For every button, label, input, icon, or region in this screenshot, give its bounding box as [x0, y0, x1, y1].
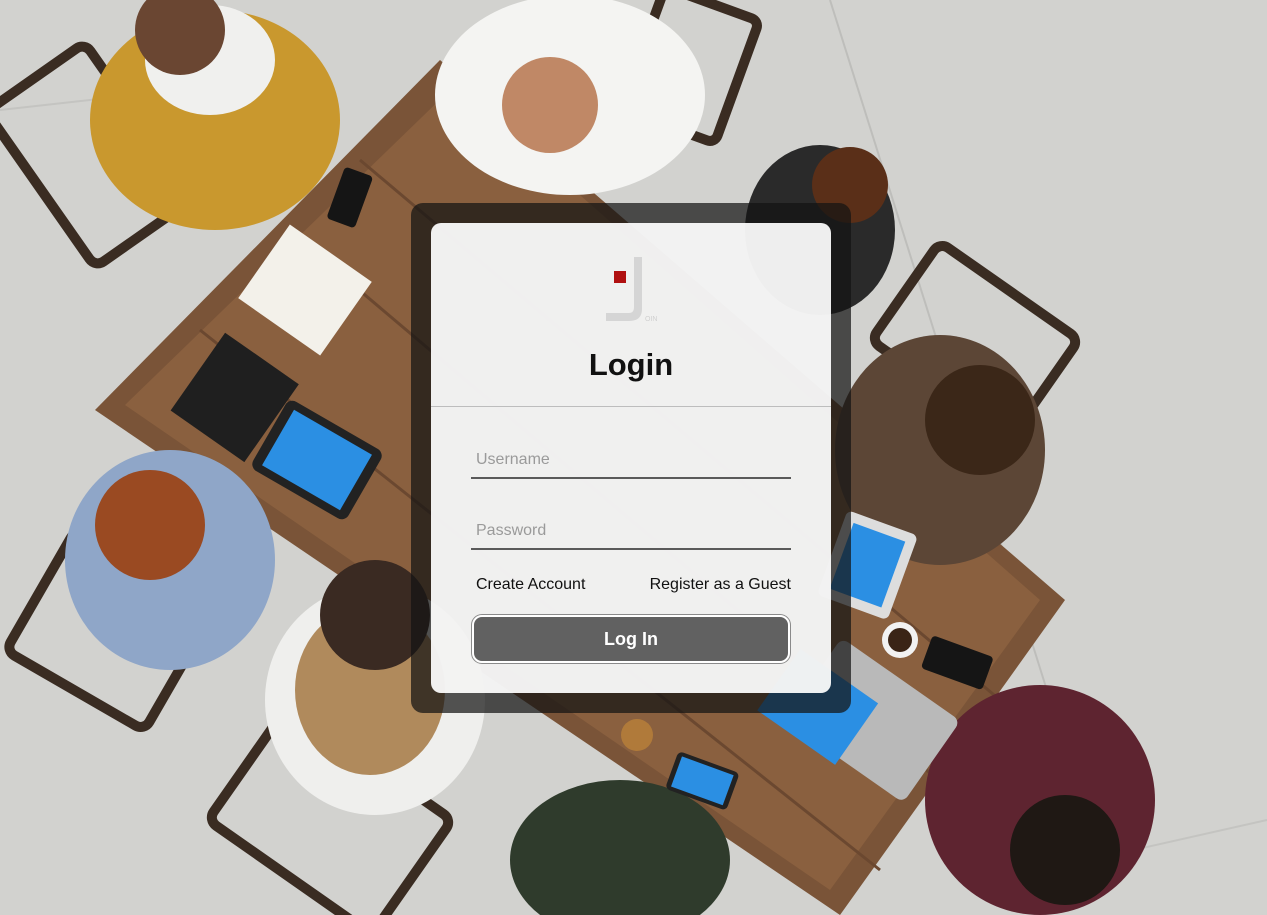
- register-guest-link[interactable]: Register as a Guest: [650, 576, 791, 594]
- page-title: Login: [588, 347, 674, 382]
- username-input[interactable]: [471, 443, 791, 479]
- login-card: OIN Login Create Account Register as a G…: [431, 223, 831, 693]
- login-button[interactable]: Log In: [472, 615, 790, 663]
- divider: [431, 406, 831, 407]
- logo-text: OIN: [645, 316, 657, 323]
- password-input[interactable]: [471, 514, 791, 550]
- create-account-link[interactable]: Create Account: [476, 576, 585, 594]
- join-logo-icon: OIN: [606, 257, 657, 323]
